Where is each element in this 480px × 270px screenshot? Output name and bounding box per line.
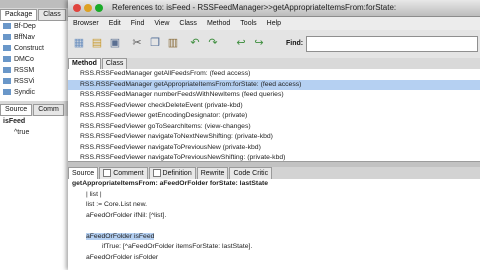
- redo-icon[interactable]: ↷: [206, 37, 220, 49]
- folder-icon: [3, 23, 11, 30]
- folder-icon: [3, 45, 11, 52]
- title-bar[interactable]: References to: isFeed - RSSFeedManager>>…: [68, 0, 480, 17]
- menu-bar: Browser Edit Find View Class Method Tools Help: [68, 17, 480, 30]
- folder-icon: [3, 89, 11, 96]
- find-input[interactable]: [306, 36, 478, 52]
- menu-class[interactable]: Class: [174, 17, 202, 30]
- tree-item[interactable]: RSSM: [0, 65, 68, 76]
- close-window-button[interactable]: [73, 4, 81, 12]
- tab-package[interactable]: Package: [0, 9, 38, 21]
- tree-item-label: DMCo: [14, 56, 34, 63]
- background-source-pane[interactable]: isFeed ^true: [0, 116, 68, 270]
- reference-row[interactable]: RSS.RSSFeedViewer navigateToPreviousNew …: [68, 143, 480, 154]
- reference-row[interactable]: RSS.RSSFeedViewer checkDeleteEvent (priv…: [68, 101, 480, 112]
- tree-item[interactable]: Bf-Dep: [0, 21, 68, 32]
- reference-row[interactable]: RSS.RSSFeedViewer navigateToNextNewShift…: [68, 132, 480, 143]
- find-label: Find:: [286, 40, 304, 47]
- checkbox-icon: [103, 169, 112, 178]
- cut-icon[interactable]: ✂: [130, 37, 144, 49]
- tree-item[interactable]: Syndic: [0, 87, 68, 98]
- tree-item-label: RSSVi: [14, 78, 35, 85]
- forward-icon[interactable]: ↪: [252, 37, 266, 49]
- tree-item-label: Syndic: [14, 89, 36, 96]
- new-browser-icon[interactable]: ▦: [72, 37, 86, 49]
- menu-find[interactable]: Find: [126, 17, 150, 30]
- menu-view[interactable]: View: [149, 17, 174, 30]
- code-line: list := Core.List new.: [86, 201, 148, 208]
- window-title: References to: isFeed - RSSFeedManager>>…: [112, 3, 397, 12]
- tab-source-label: Source: [72, 170, 95, 177]
- background-detail-tabs: Source Comm: [0, 104, 68, 116]
- tab-definition-label: Definition: [162, 170, 192, 177]
- tab-class[interactable]: Class: [38, 9, 66, 21]
- paste-icon[interactable]: ▥: [166, 37, 180, 49]
- tree-item-label: Bf-Dep: [14, 23, 36, 30]
- reference-row[interactable]: RSS.RSSFeedManager numberFeedsWithNewIte…: [68, 90, 480, 101]
- folder-icon: [3, 34, 11, 41]
- method-body-line: ^true: [14, 129, 30, 136]
- tree-item-label: Construct: [14, 45, 44, 52]
- method-heading: isFeed: [3, 118, 26, 125]
- checkbox-icon: [152, 169, 161, 178]
- method-signature: getAppropriateItemsFrom: aFeedOrFolder f…: [72, 180, 269, 187]
- menu-help[interactable]: Help: [262, 17, 286, 30]
- copy-icon[interactable]: ❐: [148, 37, 162, 49]
- zoom-window-button[interactable]: [95, 4, 103, 12]
- minimize-window-button[interactable]: [84, 4, 92, 12]
- tree-item-label: RSSM: [14, 67, 35, 74]
- menu-edit[interactable]: Edit: [104, 17, 126, 30]
- background-tab-bar: Package Class: [0, 9, 67, 21]
- folder-icon: [3, 78, 11, 85]
- code-line: aFeedOrFolder ifNil: [^list].: [86, 211, 167, 219]
- folder-icon: [3, 56, 11, 63]
- menu-tools[interactable]: Tools: [235, 17, 261, 30]
- tree-item[interactable]: RSSVi: [0, 76, 68, 87]
- tab-source[interactable]: Source: [0, 104, 33, 116]
- save-icon[interactable]: ▣: [108, 37, 122, 49]
- highlighted-text: aFeedOrFolder isFeed: [86, 232, 155, 240]
- menu-browser[interactable]: Browser: [68, 17, 104, 30]
- reference-row[interactable]: RSS.RSSFeedViewer goToSearchItems: (view…: [68, 122, 480, 133]
- open-icon[interactable]: ▤: [90, 37, 104, 49]
- reference-list-tabs: Method Class: [68, 58, 480, 70]
- references-browser-window: References to: isFeed - RSSFeedManager>>…: [68, 0, 480, 270]
- references-list[interactable]: RSS.RSSFeedManager getAllFeedsFrom: (fee…: [68, 69, 480, 161]
- code-tabs: Source Comment Definition Rewrite Code Criti…: [68, 167, 480, 180]
- tab-comment-label: Comment: [113, 170, 144, 177]
- code-line: aFeedOrFolder isFolder: [86, 253, 159, 261]
- source-code-editor[interactable]: getAppropriateItemsFrom: aFeedOrFolder f…: [68, 179, 480, 270]
- menu-method[interactable]: Method: [202, 17, 235, 30]
- undo-icon[interactable]: ↶: [188, 37, 202, 49]
- code-line: | list |: [86, 190, 102, 198]
- reference-row[interactable]: RSS.RSSFeedViewer getEncodingDesignator:…: [68, 111, 480, 122]
- tree-item[interactable]: BffNav: [0, 32, 68, 43]
- reference-row[interactable]: RSS.RSSFeedViewer navigateToPreviousNewS…: [68, 153, 480, 161]
- back-icon[interactable]: ↩: [234, 37, 248, 49]
- reference-row[interactable]: RSS.RSSFeedManager getAllFeedsFrom: (fee…: [68, 69, 480, 80]
- toolbar: ▦ ▤ ▣ ✂ ❐ ▥ ↶ ↷ ↩ ↪ Find:: [68, 30, 480, 59]
- folder-icon: [3, 67, 11, 74]
- reference-row-selected[interactable]: RSS.RSSFeedManager getAppropriateItemsFr…: [68, 79, 480, 90]
- tree-item-label: BffNav: [14, 34, 35, 41]
- tree-item[interactable]: DMCo: [0, 54, 68, 65]
- code-line-highlighted: aFeedOrFolder isFeed: [68, 232, 480, 243]
- tree-item[interactable]: Construct: [0, 43, 68, 54]
- code-line: ifTrue: [^aFeedOrFolder itemsForState: l…: [102, 243, 253, 250]
- tab-comment[interactable]: Comm: [33, 104, 64, 116]
- package-tree[interactable]: Bf-Dep BffNav Construct DMCo RSSM RSSVi …: [0, 21, 69, 101]
